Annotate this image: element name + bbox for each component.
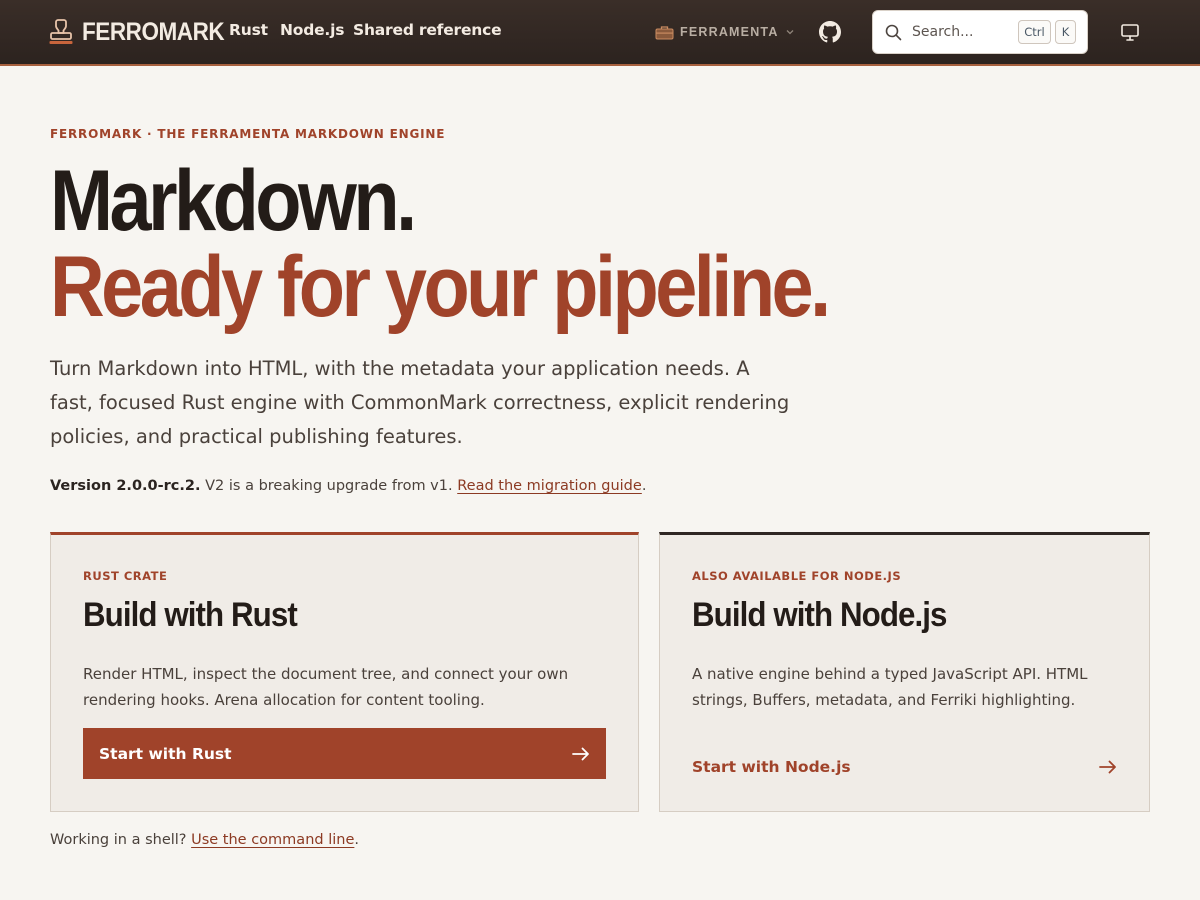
nodejs-card-kicker: ALSO AVAILABLE FOR NODE.JS	[692, 569, 902, 583]
shell-notice: Working in a shell? Use the command line…	[50, 832, 359, 848]
search-input[interactable]	[912, 24, 1012, 40]
rubber-stamp-logo-icon	[49, 19, 73, 44]
chevron-down-icon	[786, 30, 794, 35]
start-with-rust-button[interactable]: Start with Rust	[83, 728, 606, 779]
rust-card: RUST CRATE Build with Rust Render HTML, …	[50, 532, 639, 812]
version-notice: Version 2.0.0-rc.2. V2 is a breaking upg…	[50, 478, 646, 494]
rust-card-kicker: RUST CRATE	[83, 569, 168, 583]
organization-name: FERRAMENTA	[680, 25, 779, 39]
hero-title-line-2: Ready for your pipeline.	[50, 239, 831, 335]
hero-lede: Turn Markdown into HTML, with the metada…	[50, 357, 790, 448]
brand-home-link[interactable]: FERROMARK	[48, 17, 240, 47]
command-line-link[interactable]: Use the command line	[191, 832, 354, 848]
organization-switcher[interactable]: FERRAMENTA	[655, 22, 795, 42]
version-end: .	[641, 478, 647, 494]
nodejs-card-description: A native engine behind a typed JavaScrip…	[692, 665, 1088, 709]
shortcut-key-k: K	[1055, 20, 1076, 44]
top-navigation-bar: FERROMARK Rust Node.js Shared reference …	[0, 0, 1200, 66]
hero-title: Markdown. Ready for your pipeline.	[50, 153, 831, 335]
search-box[interactable]: Ctrl K	[872, 10, 1088, 54]
nav-link-shared-reference[interactable]: Shared reference	[353, 21, 502, 43]
monitor-icon	[1121, 24, 1139, 41]
hero-title-line-1: Markdown.	[50, 153, 417, 249]
rust-card-title: Build with Rust	[83, 596, 298, 634]
shell-text: Working in a shell?	[50, 832, 192, 848]
toolbox-icon	[655, 25, 674, 39]
start-with-nodejs-label: Start with Node.js	[692, 758, 851, 776]
start-with-nodejs-link[interactable]: Start with Node.js	[692, 753, 1117, 781]
start-with-rust-label: Start with Rust	[99, 744, 232, 763]
arrow-right-icon	[1099, 760, 1116, 774]
rust-card-description: Render HTML, inspect the document tree, …	[83, 665, 569, 709]
github-icon	[819, 21, 841, 43]
shell-end: .	[354, 832, 359, 848]
shortcut-key-ctrl: Ctrl	[1018, 20, 1051, 44]
search-icon	[885, 24, 902, 40]
brand-name: FERROMARK	[82, 17, 225, 46]
migration-guide-link[interactable]: Read the migration guide	[457, 478, 642, 494]
hero-eyebrow: FERROMARK · THE FERRAMENTA MARKDOWN ENGI…	[50, 127, 446, 141]
display-mode-button[interactable]	[1119, 21, 1141, 43]
nav-link-nodejs[interactable]: Node.js	[280, 21, 344, 43]
arrow-right-icon	[572, 747, 589, 760]
github-link[interactable]	[819, 21, 841, 43]
nodejs-card: ALSO AVAILABLE FOR NODE.JS Build with No…	[659, 532, 1150, 812]
version-number: Version 2.0.0-rc.2.	[50, 478, 201, 494]
nav-link-rust[interactable]: Rust	[229, 21, 268, 43]
version-note: V2 is a breaking upgrade from v1.	[200, 478, 458, 494]
nodejs-card-title: Build with Node.js	[692, 596, 947, 634]
